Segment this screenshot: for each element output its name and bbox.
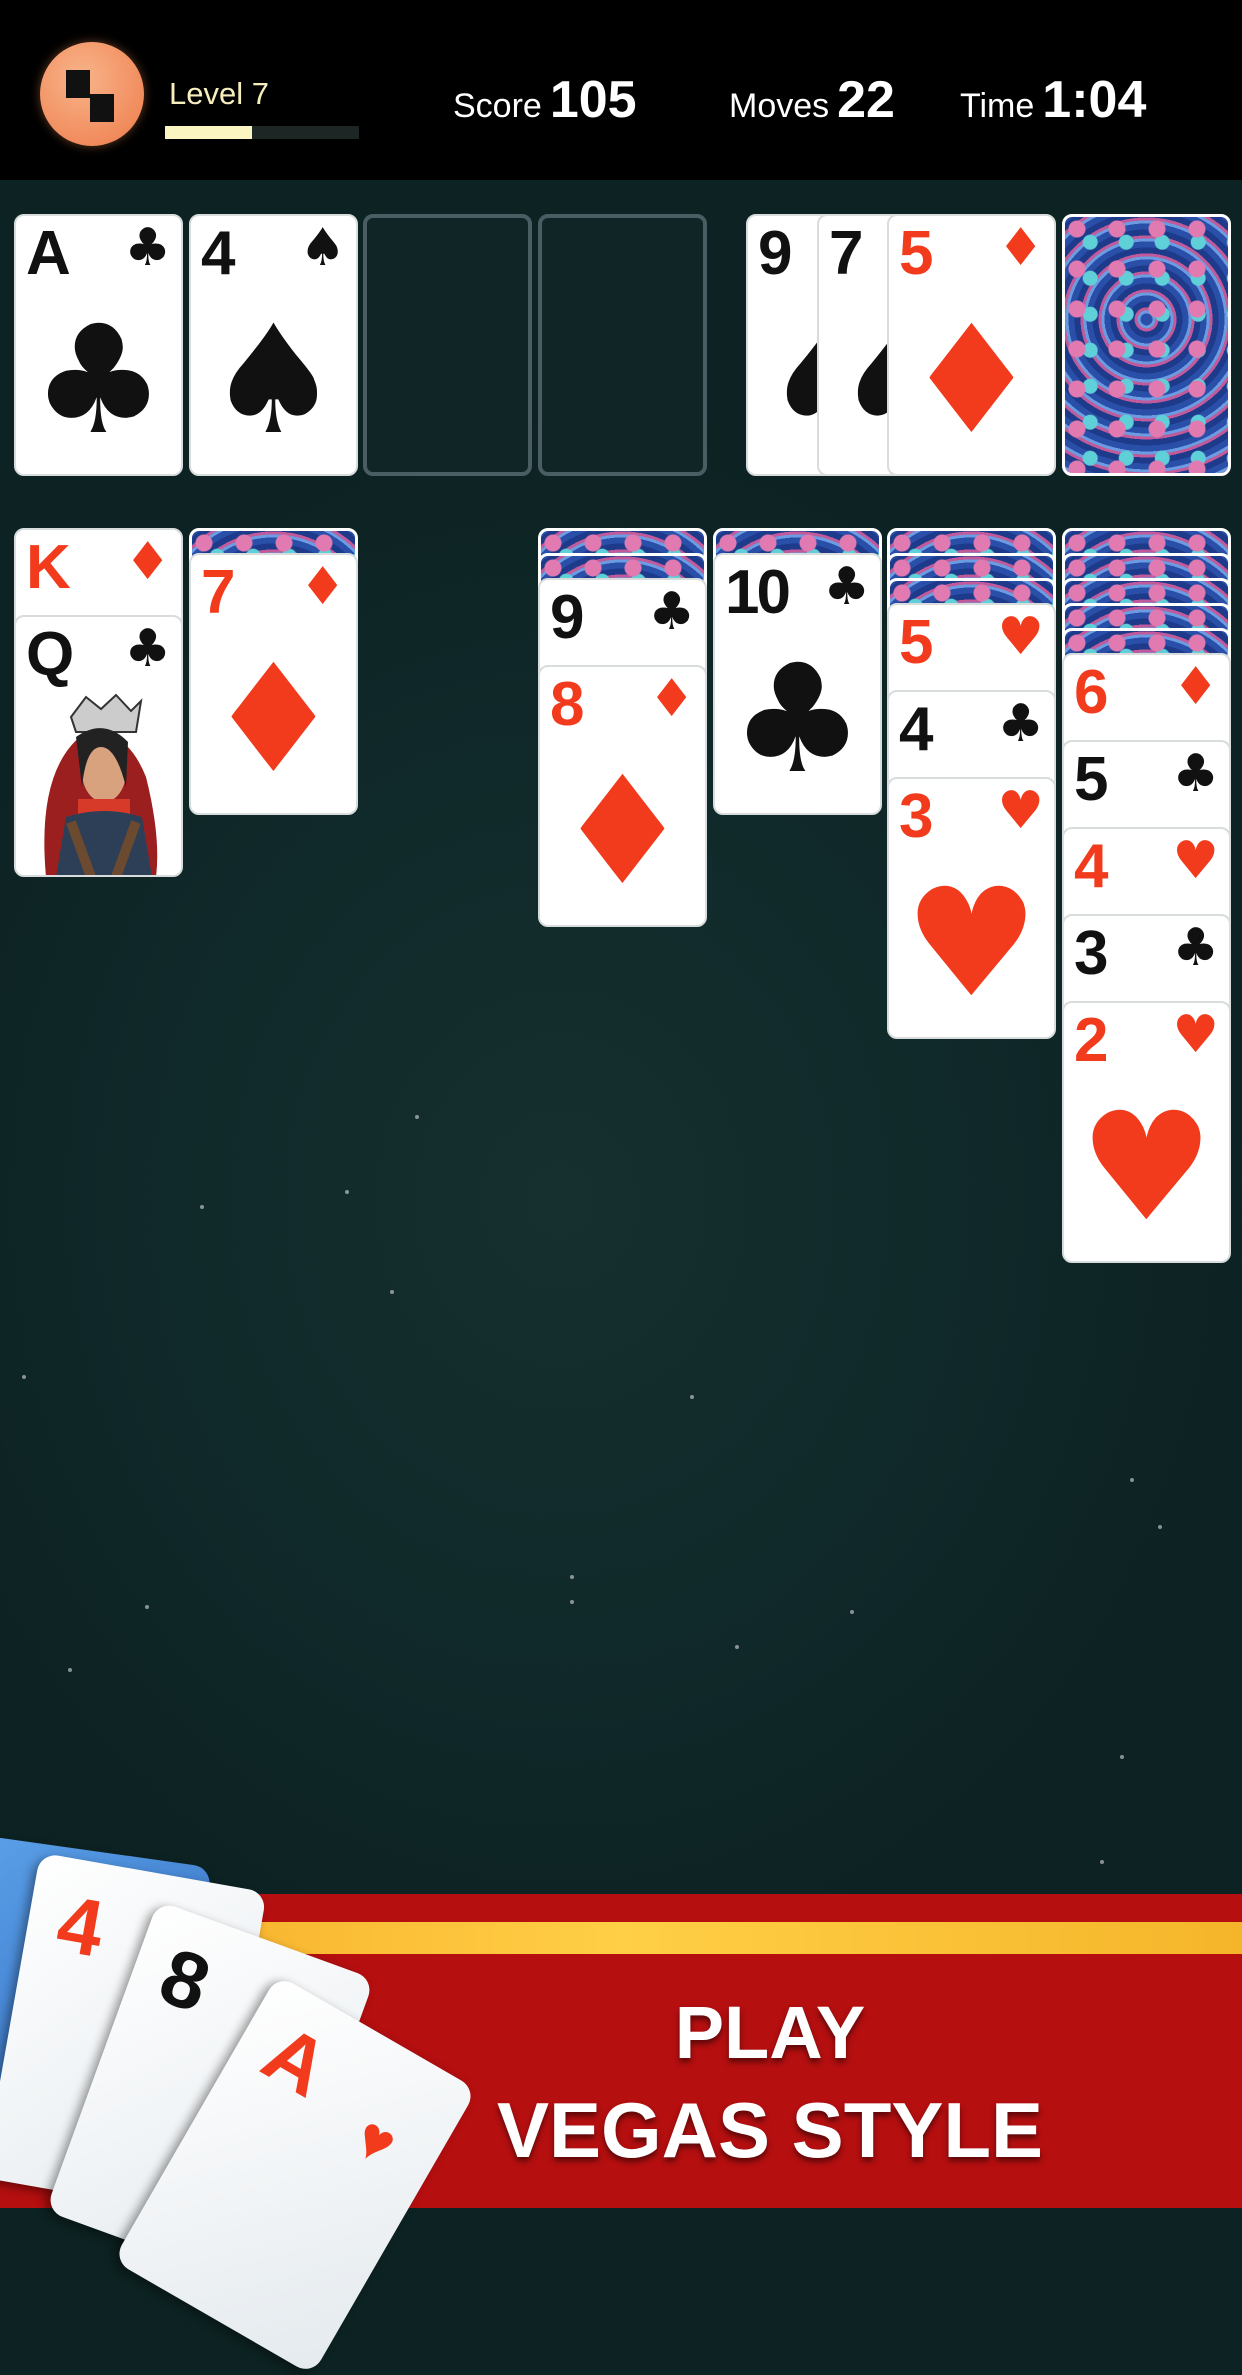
star-decoration bbox=[850, 1610, 854, 1614]
fan-card-suit-icon: ♥ bbox=[343, 2102, 409, 2179]
center-suit-icon: ♣ bbox=[730, 633, 865, 807]
fan-card-rank: 8 bbox=[148, 1930, 222, 2030]
suit-icon: ♣ bbox=[997, 694, 1044, 754]
center-suit-icon: ♦ bbox=[904, 294, 1039, 468]
banner-line-2: VEGAS STYLE bbox=[496, 2086, 1044, 2174]
center-suit-icon: ♣ bbox=[31, 294, 166, 468]
star-decoration bbox=[22, 1375, 26, 1379]
suit-icon: ♣ bbox=[648, 582, 695, 642]
card-rank: K bbox=[26, 533, 71, 602]
star-decoration bbox=[690, 1395, 694, 1399]
star-decoration bbox=[415, 1115, 419, 1119]
player-avatar[interactable] bbox=[40, 42, 144, 146]
card-rank: 8 bbox=[550, 670, 585, 739]
center-suit-icon: ♦ bbox=[206, 633, 341, 807]
star-decoration bbox=[1130, 1478, 1134, 1482]
time-stat: Time 1:04 bbox=[960, 70, 1146, 130]
level-label: Level 7 bbox=[169, 76, 269, 111]
score-label: Score bbox=[453, 87, 542, 125]
fan-card-rank: A bbox=[248, 2007, 344, 2114]
score-value: 105 bbox=[549, 71, 637, 129]
card-rank: 4 bbox=[1074, 832, 1109, 901]
level-progress-fill bbox=[165, 126, 253, 139]
suit-icon: ♣ bbox=[124, 619, 171, 679]
level-progress-bar bbox=[165, 126, 359, 139]
suit-icon: ♣ bbox=[1172, 744, 1219, 804]
queen-portrait-icon bbox=[44, 693, 158, 875]
card-rank: 4 bbox=[899, 695, 934, 764]
moves-value: 22 bbox=[837, 71, 895, 129]
card-rank: 5 bbox=[899, 219, 934, 288]
card-rank: 7 bbox=[829, 219, 864, 288]
card-rank: 2 bbox=[1074, 1006, 1109, 1075]
banner-line-1: PLAY bbox=[674, 1991, 866, 2074]
card-A-clubs[interactable]: A ♣ ♣ bbox=[14, 214, 183, 476]
card-rank: 10 bbox=[725, 558, 791, 627]
suit-icon: ♥ bbox=[1172, 831, 1219, 891]
card-rank: A bbox=[26, 219, 71, 288]
suit-icon: ♣ bbox=[823, 557, 870, 617]
moves-label: Moves bbox=[729, 87, 830, 125]
suit-icon: ♥ bbox=[1172, 1005, 1219, 1065]
center-suit-icon: ♥ bbox=[904, 857, 1039, 1031]
card-3-hearts[interactable]: 3 ♥ ♥ bbox=[887, 777, 1056, 1039]
card-8-diamonds[interactable]: 8 ♦ ♦ bbox=[538, 665, 707, 927]
star-decoration bbox=[68, 1668, 72, 1672]
top-bar: Level 7 Score 105 Moves 22 Time 1:04 bbox=[0, 0, 1242, 180]
suit-icon: ♦ bbox=[299, 557, 346, 617]
suit-icon: ♣ bbox=[1172, 918, 1219, 978]
suit-icon: ♦ bbox=[124, 532, 171, 592]
suit-icon: ♦ bbox=[997, 218, 1044, 278]
center-suit-icon: ♠ bbox=[206, 294, 341, 468]
suit-icon: ♦ bbox=[648, 669, 695, 729]
star-decoration bbox=[1120, 1755, 1124, 1759]
star-decoration bbox=[200, 1205, 204, 1209]
suit-icon: ♦ bbox=[1172, 657, 1219, 717]
suit-icon: ♠ bbox=[299, 218, 346, 278]
card-rank: Q bbox=[26, 620, 74, 689]
score-stat: Score 105 bbox=[453, 70, 637, 130]
center-suit-icon: ♥ bbox=[1079, 1081, 1214, 1255]
star-decoration bbox=[390, 1290, 394, 1294]
time-label: Time bbox=[960, 87, 1035, 125]
suit-icon: ♥ bbox=[997, 607, 1044, 667]
card-2-hearts[interactable]: 2 ♥ ♥ bbox=[1062, 1001, 1231, 1263]
card-4-spades[interactable]: 4 ♠ ♠ bbox=[189, 214, 358, 476]
card-5-diamonds[interactable]: 5 ♦ ♦ bbox=[887, 214, 1056, 476]
card-rank: 5 bbox=[1074, 745, 1109, 814]
card-rank: 4 bbox=[201, 219, 236, 288]
foundation-slot[interactable] bbox=[363, 214, 532, 476]
card-7-diamonds[interactable]: 7 ♦ ♦ bbox=[189, 553, 358, 815]
suit-icon: ♣ bbox=[124, 218, 171, 278]
card-rank: 6 bbox=[1074, 658, 1109, 727]
card-rank: 7 bbox=[201, 558, 236, 627]
center-suit-icon: ♦ bbox=[555, 745, 690, 919]
star-decoration bbox=[1100, 1860, 1104, 1864]
card-rank: 5 bbox=[899, 608, 934, 677]
foundation-slot[interactable] bbox=[538, 214, 707, 476]
card-10-clubs[interactable]: 10 ♣ ♣ bbox=[713, 553, 882, 815]
card-rank: 9 bbox=[758, 219, 793, 288]
fan-card-rank: 4 bbox=[50, 1878, 111, 1974]
star-decoration bbox=[570, 1600, 574, 1604]
card-rank: 3 bbox=[899, 782, 934, 851]
star-decoration bbox=[145, 1605, 149, 1609]
time-value: 1:04 bbox=[1042, 71, 1147, 129]
stock-pile[interactable] bbox=[1062, 214, 1231, 476]
star-decoration bbox=[570, 1575, 574, 1579]
suit-icon: ♥ bbox=[997, 781, 1044, 841]
star-decoration bbox=[1158, 1525, 1162, 1529]
card-rank: 9 bbox=[550, 583, 585, 652]
card-Q-clubs[interactable]: Q ♣ bbox=[14, 615, 183, 877]
moves-stat: Moves 22 bbox=[729, 70, 895, 130]
card-rank: 3 bbox=[1074, 919, 1109, 988]
star-decoration bbox=[735, 1645, 739, 1649]
star-decoration bbox=[345, 1190, 349, 1194]
